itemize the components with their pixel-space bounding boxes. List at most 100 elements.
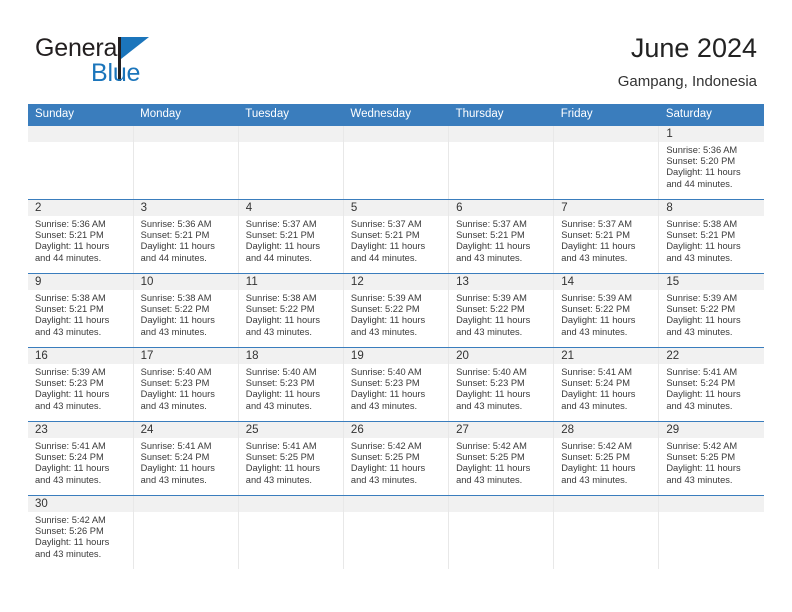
calendar-day-cell[interactable]: 11 Sunrise: 5:38 AM Sunset: 5:22 PM Dayligh… xyxy=(238,273,344,348)
day-number-band: 8 xyxy=(659,199,764,217)
day-number: 18 xyxy=(245,349,259,362)
calendar-day-cell[interactable]: 12 Sunrise: 5:39 AM Sunset: 5:22 PM Dayligh… xyxy=(343,273,450,348)
calendar-day-cell[interactable]: 27 Sunrise: 5:42 AM Sunset: 5:25 PM Dayligh… xyxy=(448,421,555,496)
calendar-day-cell[interactable]: 20 Sunrise: 5:40 AM Sunset: 5:23 PM Dayligh… xyxy=(448,347,555,422)
day-number: 29 xyxy=(666,423,680,436)
calendar-day-cell[interactable]: 2 Sunrise: 5:36 AM Sunset: 5:21 PM Daylight… xyxy=(28,199,134,274)
calendar-day-cell[interactable]: 8 Sunrise: 5:38 AM Sunset: 5:21 PM Daylight… xyxy=(658,199,764,274)
day-number-band xyxy=(343,125,449,143)
sunrise-text: Sunrise: 5:40 AM xyxy=(350,366,422,377)
sunset-text: Sunset: 5:24 PM xyxy=(140,451,210,462)
daylight-text-line1: Daylight: 11 hours xyxy=(350,463,426,474)
day-details: Sunrise: 5:36 AM Sunset: 5:20 PM Daylight:… xyxy=(659,143,764,191)
day-number: 25 xyxy=(245,423,259,436)
sunrise-text: Sunrise: 5:39 AM xyxy=(456,292,527,303)
day-details: Sunrise: 5:41 AM Sunset: 5:24 PM Daylight:… xyxy=(28,439,133,487)
sunset-text: Sunset: 5:21 PM xyxy=(35,229,104,240)
sunrise-text: Sunrise: 5:38 AM xyxy=(666,218,738,229)
sunrise-text: Sunrise: 5:39 AM xyxy=(666,292,738,303)
day-details: Sunrise: 5:36 AM Sunset: 5:21 PM Daylight:… xyxy=(134,217,238,265)
day-cell-inner: 20 Sunrise: 5:40 AM Sunset: 5:23 PM Dayligh… xyxy=(449,347,554,421)
calendar-day-cell[interactable]: 7 Sunrise: 5:37 AM Sunset: 5:21 PM Daylight… xyxy=(553,199,660,274)
day-number: 15 xyxy=(666,275,680,288)
sunset-text: Sunset: 5:21 PM xyxy=(561,229,630,240)
day-number-band xyxy=(28,125,133,143)
day-cell-inner xyxy=(449,125,554,199)
daylight-text-line2: and 43 minutes. xyxy=(140,326,207,337)
calendar-day-cell[interactable]: 18 Sunrise: 5:40 AM Sunset: 5:23 PM Dayligh… xyxy=(238,347,344,422)
daylight-text-line1: Daylight: 11 hours xyxy=(140,315,215,326)
day-cell-inner: 13 Sunrise: 5:39 AM Sunset: 5:22 PM Dayligh… xyxy=(449,273,554,347)
day-cell-inner xyxy=(238,495,343,569)
sunset-text: Sunset: 5:21 PM xyxy=(35,303,104,314)
calendar-week-row: 16 Sunrise: 5:39 AM Sunset: 5:23 PM Dayligh… xyxy=(28,347,764,422)
day-cell-inner xyxy=(28,125,133,199)
calendar-day-cell[interactable]: 19 Sunrise: 5:40 AM Sunset: 5:23 PM Dayligh… xyxy=(343,347,450,422)
calendar-day-cell[interactable]: 25 Sunrise: 5:41 AM Sunset: 5:25 PM Dayligh… xyxy=(238,421,344,496)
calendar-day-cell[interactable]: 13 Sunrise: 5:39 AM Sunset: 5:22 PM Dayligh… xyxy=(448,273,555,348)
calendar-day-cell[interactable]: 26 Sunrise: 5:42 AM Sunset: 5:25 PM Dayligh… xyxy=(343,421,450,496)
day-cell-inner: 3 Sunrise: 5:36 AM Sunset: 5:21 PM Daylight… xyxy=(133,199,238,273)
calendar-day-cell[interactable]: 16 Sunrise: 5:39 AM Sunset: 5:23 PM Dayligh… xyxy=(28,347,134,422)
sunrise-text: Sunrise: 5:39 AM xyxy=(350,292,422,303)
day-number: 26 xyxy=(350,423,364,436)
day-cell-inner: 23 Sunrise: 5:41 AM Sunset: 5:24 PM Dayligh… xyxy=(28,421,133,495)
calendar-week-row: 30 Sunrise: 5:42 AM Sunset: 5:26 PM Dayligh… xyxy=(28,495,764,569)
day-number-band: 21 xyxy=(554,347,659,365)
day-number: 20 xyxy=(456,349,469,362)
sunset-text: Sunset: 5:21 PM xyxy=(666,229,736,240)
daylight-text-line2: and 43 minutes. xyxy=(140,400,207,411)
day-cell-inner: 22 Sunrise: 5:41 AM Sunset: 5:24 PM Dayligh… xyxy=(659,347,764,421)
daylight-text-line2: and 43 minutes. xyxy=(350,474,418,485)
general-blue-logo[interactable]: General Blue xyxy=(35,36,235,92)
calendar-week-row: 1 Sunrise: 5:36 AM Sunset: 5:20 PM Daylight… xyxy=(28,125,764,200)
sunset-text: Sunset: 5:25 PM xyxy=(561,451,630,462)
day-number: 23 xyxy=(35,423,48,436)
daylight-text-line1: Daylight: 11 hours xyxy=(140,463,215,474)
calendar-week-row: 2 Sunrise: 5:36 AM Sunset: 5:21 PM Daylight… xyxy=(28,199,764,274)
day-cell-inner: 27 Sunrise: 5:42 AM Sunset: 5:25 PM Dayligh… xyxy=(449,421,554,495)
calendar-day-cell[interactable]: 1 Sunrise: 5:36 AM Sunset: 5:20 PM Daylight… xyxy=(658,125,764,200)
sunset-text: Sunset: 5:22 PM xyxy=(245,303,315,314)
calendar-day-cell[interactable]: 17 Sunrise: 5:40 AM Sunset: 5:23 PM Dayligh… xyxy=(133,347,239,422)
day-number: 19 xyxy=(350,349,364,362)
sunrise-text: Sunrise: 5:36 AM xyxy=(35,218,106,229)
calendar-day-cell[interactable]: 14 Sunrise: 5:39 AM Sunset: 5:22 PM Dayligh… xyxy=(553,273,660,348)
calendar-day-cell[interactable]: 22 Sunrise: 5:41 AM Sunset: 5:24 PM Dayligh… xyxy=(658,347,764,422)
day-number-band: 29 xyxy=(659,421,764,439)
calendar-day-cell[interactable]: 15 Sunrise: 5:39 AM Sunset: 5:22 PM Dayligh… xyxy=(658,273,764,348)
day-cell-inner xyxy=(238,125,343,199)
weekday-header-thursday: Thursday xyxy=(448,104,554,126)
weekday-header-saturday: Saturday xyxy=(658,104,764,126)
calendar-grid: Sunday Monday Tuesday Wednesday Thursday… xyxy=(28,104,764,569)
day-cell-inner: 29 Sunrise: 5:42 AM Sunset: 5:25 PM Dayligh… xyxy=(659,421,764,495)
day-number-band: 12 xyxy=(343,273,449,291)
day-number: 5 xyxy=(350,201,358,214)
daylight-text-line1: Daylight: 11 hours xyxy=(561,241,636,252)
calendar-day-cell[interactable]: 29 Sunrise: 5:42 AM Sunset: 5:25 PM Dayligh… xyxy=(658,421,764,496)
calendar-day-cell[interactable]: 23 Sunrise: 5:41 AM Sunset: 5:24 PM Dayligh… xyxy=(28,421,134,496)
sunrise-text: Sunrise: 5:42 AM xyxy=(561,440,633,451)
daylight-text-line1: Daylight: 11 hours xyxy=(350,389,426,400)
calendar-day-cell-empty xyxy=(133,495,239,569)
sunrise-text: Sunrise: 5:38 AM xyxy=(35,292,106,303)
day-details: Sunrise: 5:41 AM Sunset: 5:25 PM Daylight:… xyxy=(239,439,343,487)
day-cell-inner: 19 Sunrise: 5:40 AM Sunset: 5:23 PM Dayligh… xyxy=(343,347,449,421)
calendar-day-cell[interactable]: 3 Sunrise: 5:36 AM Sunset: 5:21 PM Daylight… xyxy=(133,199,239,274)
calendar-day-cell[interactable]: 21 Sunrise: 5:41 AM Sunset: 5:24 PM Dayligh… xyxy=(553,347,660,422)
day-details: Sunrise: 5:40 AM Sunset: 5:23 PM Daylight:… xyxy=(134,365,238,413)
calendar-day-cell[interactable]: 30 Sunrise: 5:42 AM Sunset: 5:26 PM Dayligh… xyxy=(28,495,134,569)
calendar-day-cell[interactable]: 24 Sunrise: 5:41 AM Sunset: 5:24 PM Dayligh… xyxy=(133,421,239,496)
daylight-text-line2: and 43 minutes. xyxy=(666,474,733,485)
sunset-text: Sunset: 5:24 PM xyxy=(561,377,630,388)
daylight-text-line1: Daylight: 11 hours xyxy=(561,315,636,326)
calendar-day-cell[interactable]: 10 Sunrise: 5:38 AM Sunset: 5:22 PM Dayligh… xyxy=(133,273,239,348)
calendar-day-cell[interactable]: 6 Sunrise: 5:37 AM Sunset: 5:21 PM Daylight… xyxy=(448,199,555,274)
calendar-day-cell[interactable]: 4 Sunrise: 5:37 AM Sunset: 5:21 PM Daylight… xyxy=(238,199,344,274)
calendar-day-cell[interactable]: 5 Sunrise: 5:37 AM Sunset: 5:21 PM Daylight… xyxy=(343,199,450,274)
day-cell-inner: 7 Sunrise: 5:37 AM Sunset: 5:21 PM Daylight… xyxy=(554,199,659,273)
day-number: 11 xyxy=(245,275,258,288)
calendar-day-cell[interactable]: 9 Sunrise: 5:38 AM Sunset: 5:21 PM Daylight… xyxy=(28,273,134,348)
calendar-day-cell[interactable]: 28 Sunrise: 5:42 AM Sunset: 5:25 PM Dayligh… xyxy=(553,421,660,496)
daylight-text-line1: Daylight: 11 hours xyxy=(245,389,321,400)
